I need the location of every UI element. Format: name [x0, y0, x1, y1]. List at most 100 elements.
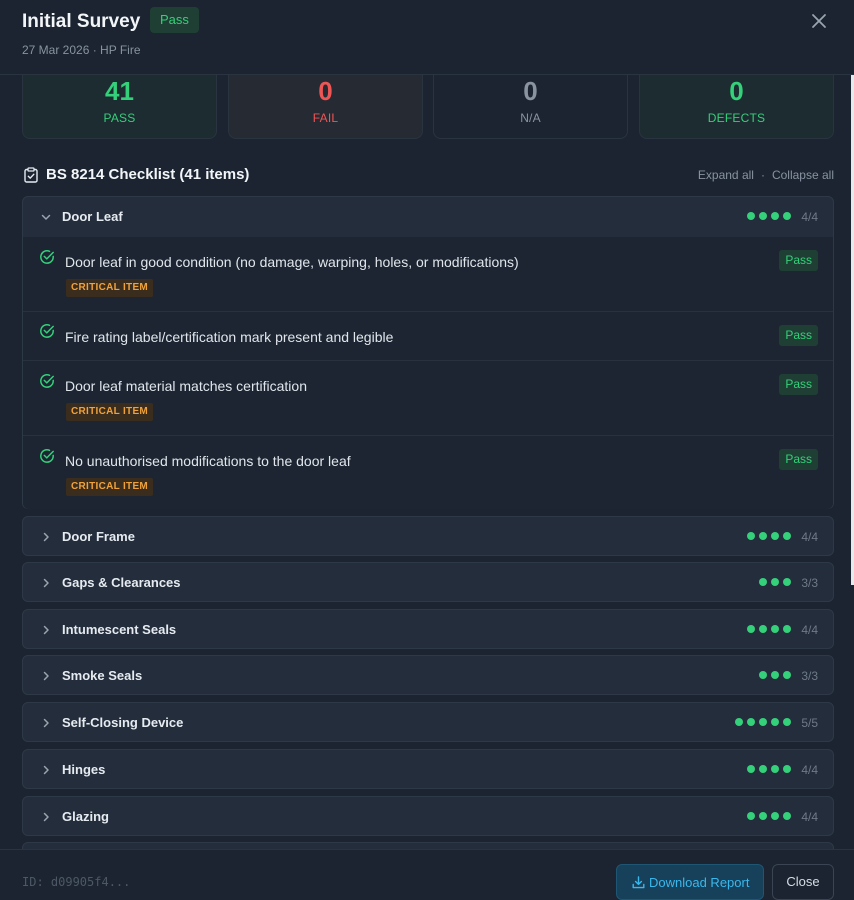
- stat-defects-card: 0 DEFECTS: [639, 75, 834, 139]
- section-title: Hinges: [62, 762, 106, 777]
- survey-subtitle: 27 Mar 2026 · HP Fire: [22, 43, 141, 57]
- download-report-button[interactable]: Download Report: [616, 864, 764, 900]
- collapse-all-link[interactable]: Collapse all: [772, 168, 834, 182]
- item-label: Door leaf material matches certification: [65, 378, 307, 394]
- checklist-item: No unauthorised modifications to the doo…: [23, 435, 833, 509]
- section-count: 4/4: [801, 530, 818, 544]
- section-title: Self-Closing Device: [62, 715, 184, 730]
- checklist-item: Door leaf material matches certification…: [23, 360, 833, 435]
- separator: ·: [760, 168, 765, 182]
- critical-badge: CRITICAL ITEM: [66, 279, 154, 297]
- section-count: 4/4: [801, 763, 818, 777]
- dialog-footer: ID: d09905f4... Download Report Close: [0, 849, 854, 900]
- section-title: Glazing: [62, 809, 109, 824]
- progress-dots: [747, 212, 791, 220]
- status-dot: [747, 718, 755, 726]
- page-title: Initial Survey: [22, 11, 141, 32]
- stat-fail-label: FAIL: [312, 111, 339, 125]
- status-dot: [771, 718, 779, 726]
- status-dot: [783, 671, 791, 679]
- status-dot: [783, 212, 791, 220]
- checklist-header: BS 8214 Checklist (41 items) Expand all ·…: [22, 165, 834, 187]
- result-badge: Pass: [779, 325, 818, 346]
- status-dot: [759, 212, 767, 220]
- section-intumescent-seals: Intumescent Seals 4/4: [22, 609, 834, 649]
- dialog-header: Initial Survey Pass 27 Mar 2026 · HP Fir…: [0, 0, 854, 75]
- chevron-down-icon: [41, 214, 51, 220]
- status-dot: [783, 718, 791, 726]
- item-label: No unauthorised modifications to the doo…: [65, 453, 351, 469]
- check-circle-icon: [40, 374, 54, 388]
- section-self-closing-device: Self-Closing Device 5/5: [22, 702, 834, 742]
- section-header[interactable]: Self-Closing Device 5/5: [23, 703, 833, 743]
- section-door-frame: Door Frame 4/4: [22, 516, 834, 556]
- section-count: 4/4: [801, 810, 818, 824]
- progress-dots: [735, 718, 791, 726]
- section-header[interactable]: Door Frame 4/4: [23, 517, 833, 557]
- stat-na-card: 0 N/A: [433, 75, 628, 139]
- status-dot: [771, 671, 779, 679]
- status-dot: [771, 625, 779, 633]
- progress-dots: [747, 765, 791, 773]
- section-header[interactable]: Smoke Seals 3/3: [23, 656, 833, 696]
- status-dot: [783, 812, 791, 820]
- status-dot: [783, 532, 791, 540]
- check-circle-icon: [40, 324, 54, 338]
- chevron-right-icon: [43, 578, 49, 588]
- expand-all-link[interactable]: Expand all: [698, 168, 754, 182]
- status-dot: [759, 765, 767, 773]
- chevron-right-icon: [43, 765, 49, 775]
- chevron-right-icon: [43, 671, 49, 681]
- section-header[interactable]: Gaps & Clearances 3/3: [23, 563, 833, 603]
- checklist-title: BS 8214 Checklist (41 items): [46, 166, 250, 183]
- progress-dots: [747, 532, 791, 540]
- section-header[interactable]: Hinges 4/4: [23, 750, 833, 790]
- status-dot: [783, 625, 791, 633]
- critical-badge: CRITICAL ITEM: [66, 478, 154, 496]
- chevron-right-icon: [43, 532, 49, 542]
- dialog-body[interactable]: 41 PASS 0 FAIL 0 N/A 0 DEFECTS BS 8214 C…: [0, 75, 854, 849]
- result-badge: Pass: [779, 374, 818, 395]
- close-button[interactable]: Close: [772, 864, 834, 900]
- download-report-label: Download Report: [649, 875, 750, 890]
- status-dot: [759, 578, 767, 586]
- status-dot: [759, 625, 767, 633]
- close-icon[interactable]: [809, 11, 829, 31]
- status-badge: Pass: [150, 7, 199, 33]
- status-dot: [735, 718, 743, 726]
- result-badge: Pass: [779, 449, 818, 470]
- record-id: ID: d09905f4...: [22, 875, 131, 889]
- section-count: 4/4: [801, 623, 818, 637]
- checklist-item: Door leaf in good condition (no damage, …: [23, 237, 833, 311]
- item-label: Fire rating label/certification mark pre…: [65, 329, 394, 345]
- status-dot: [759, 532, 767, 540]
- status-dot: [747, 765, 755, 773]
- stat-na-value: 0: [523, 76, 538, 106]
- section-title: Door Leaf: [62, 209, 123, 224]
- status-dot: [771, 765, 779, 773]
- status-dot: [747, 812, 755, 820]
- stat-pass-card: 41 PASS: [22, 75, 217, 139]
- status-dot: [747, 532, 755, 540]
- section-title: Door Frame: [62, 529, 135, 544]
- chevron-right-icon: [43, 812, 49, 822]
- chevron-right-icon: [43, 718, 49, 728]
- section-header[interactable]: Glazing 4/4: [23, 797, 833, 837]
- section-title: Intumescent Seals: [62, 622, 177, 637]
- item-label: Door leaf in good condition (no damage, …: [65, 254, 519, 270]
- section-items: Door leaf in good condition (no damage, …: [23, 237, 833, 509]
- checklist-item: Fire rating label/certification mark pre…: [23, 311, 833, 360]
- stat-pass-value: 41: [105, 76, 134, 106]
- progress-dots: [747, 812, 791, 820]
- section-header[interactable]: Door Leaf 4/4: [23, 197, 833, 237]
- progress-dots: [747, 625, 791, 633]
- stat-defects-value: 0: [729, 76, 744, 106]
- section-count: 5/5: [801, 716, 818, 730]
- status-dot: [771, 532, 779, 540]
- status-dot: [771, 212, 779, 220]
- stat-fail-value: 0: [318, 76, 333, 106]
- section-smoke-seals: Smoke Seals 3/3: [22, 655, 834, 695]
- section-header[interactable]: Intumescent Seals 4/4: [23, 610, 833, 650]
- section-count: 4/4: [801, 210, 818, 224]
- download-icon: [632, 876, 645, 889]
